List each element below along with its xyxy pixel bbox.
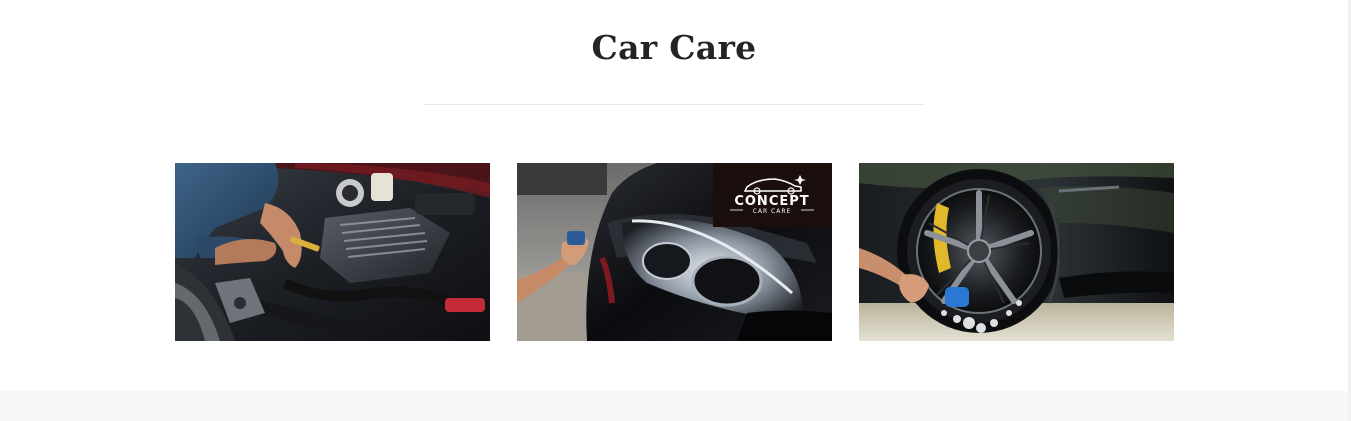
gallery-image-engine-repair[interactable] <box>175 163 490 341</box>
concept-car-care-logo: CONCEPT CAR CARE <box>713 163 832 227</box>
gallery-image-headlight-detailing[interactable]: CONCEPT CAR CARE <box>517 163 832 341</box>
gallery-image-wheel-washing[interactable] <box>859 163 1174 341</box>
section-title: Car Care <box>591 28 757 67</box>
car-care-section: Car Care CONCEPT CAR CARE <box>0 0 1348 391</box>
title-divider <box>425 104 924 105</box>
logo-main-text: CONCEPT <box>734 194 809 209</box>
engine-repair-photo <box>175 163 490 341</box>
wheel-washing-photo <box>859 163 1174 341</box>
footer-band <box>0 391 1348 421</box>
logo-sub-text: CAR CARE <box>753 208 792 215</box>
headlight-detailing-photo: CONCEPT CAR CARE <box>517 163 832 341</box>
